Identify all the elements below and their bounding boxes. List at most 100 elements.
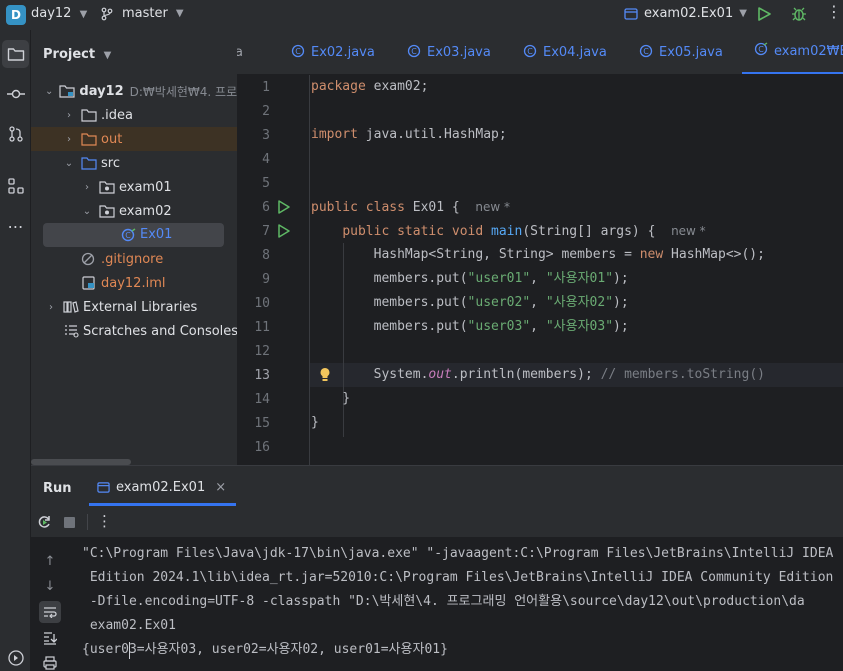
code-text: , bbox=[530, 319, 546, 334]
scroll-to-end-icon[interactable] bbox=[39, 627, 61, 649]
project-tool-button[interactable] bbox=[2, 40, 29, 68]
line-number: 15 bbox=[254, 416, 270, 431]
arrow-up-icon[interactable]: ↑ bbox=[39, 550, 61, 572]
structure-tool-button[interactable] bbox=[0, 172, 31, 200]
code-text: HashMap<>(); bbox=[663, 247, 765, 262]
code-line-7[interactable]: public static void main(String[] args) {… bbox=[311, 219, 706, 243]
line-number: 9 bbox=[262, 272, 270, 287]
code-line-13[interactable]: System.out.println(members); // members.… bbox=[311, 363, 765, 387]
chevron-right-icon[interactable]: › bbox=[81, 182, 93, 193]
console-line[interactable]: exam02.Ex01 bbox=[82, 614, 176, 638]
author-hint[interactable]: new * bbox=[475, 200, 510, 214]
debug-button[interactable] bbox=[790, 5, 808, 27]
tree-item-label: .idea bbox=[101, 107, 133, 123]
code-line-8[interactable]: HashMap<String, String> members = new Ha… bbox=[311, 243, 765, 267]
services-icon bbox=[7, 650, 24, 666]
services-tool-button[interactable] bbox=[0, 644, 31, 671]
tab-ex01-active[interactable]: C exam02₩Ex bbox=[742, 30, 843, 74]
console-line[interactable]: "C:\Program Files\Java\jdk-17\bin\java.e… bbox=[82, 542, 833, 566]
chevron-right-icon[interactable]: › bbox=[63, 134, 75, 145]
soft-wrap-icon[interactable] bbox=[39, 601, 61, 623]
rerun-button[interactable] bbox=[36, 514, 52, 534]
chevron-down-icon[interactable]: ⌄ bbox=[81, 206, 93, 217]
close-icon[interactable]: × bbox=[215, 480, 226, 495]
code-text: exam02; bbox=[365, 79, 429, 94]
project-switcher[interactable]: day12 ▼ bbox=[31, 6, 87, 21]
chevron-down-icon: ▼ bbox=[175, 8, 184, 19]
string-literal: "사용자02" bbox=[545, 295, 614, 310]
chevron-down-icon[interactable]: ⌄ bbox=[45, 86, 53, 97]
java-class-icon: C bbox=[407, 44, 421, 62]
console-output-line[interactable]: {user03=사용자03, user02=사용자02, user01=사용자0… bbox=[82, 638, 448, 662]
tab-partial[interactable]: a bbox=[237, 30, 243, 74]
tree-item-ex01[interactable]: C Ex01 bbox=[31, 223, 237, 247]
tree-item-day12[interactable]: ⌄ day12 D:₩박세현₩4. 프로그래밍 언어활용 bbox=[31, 79, 237, 103]
run-button[interactable] bbox=[756, 6, 772, 26]
code-line-1[interactable]: package exam02; bbox=[311, 75, 428, 99]
more-icon[interactable]: ⋮ bbox=[97, 512, 112, 530]
code-text: members.put( bbox=[311, 271, 468, 286]
chevron-down-icon: ▼ bbox=[103, 50, 112, 61]
tab-ex02[interactable]: C Ex02.java bbox=[291, 30, 375, 74]
commit-tool-button[interactable] bbox=[0, 80, 31, 108]
chevron-right-icon[interactable]: › bbox=[45, 302, 57, 313]
branch-switcher[interactable]: master ▼ bbox=[100, 6, 184, 21]
chevron-down-icon: ▼ bbox=[739, 8, 747, 19]
console-line[interactable]: -Dfile.encoding=UTF-8 -classpath "D:\박세현… bbox=[82, 590, 805, 614]
tree-item-external-libraries[interactable]: › External Libraries bbox=[31, 295, 237, 319]
tree-item-label: Scratches and Consoles bbox=[83, 323, 237, 339]
line-number: 4 bbox=[262, 152, 270, 167]
tree-item-label: External Libraries bbox=[83, 299, 198, 315]
scratches-icon bbox=[63, 324, 79, 338]
tab-ex03[interactable]: C Ex03.java bbox=[407, 30, 491, 74]
tree-item-out[interactable]: › out bbox=[31, 127, 237, 151]
pull-request-icon bbox=[8, 126, 23, 142]
author-hint[interactable]: new * bbox=[671, 224, 706, 238]
tree-item-iml[interactable]: day12.iml bbox=[31, 271, 237, 295]
tab-label: Ex02.java bbox=[311, 45, 375, 60]
run-main-gutter-icon[interactable] bbox=[277, 224, 291, 242]
code-line-14[interactable]: } bbox=[311, 387, 350, 411]
module-folder-icon bbox=[59, 84, 75, 98]
ignore-file-icon bbox=[81, 252, 97, 266]
run-tab[interactable]: exam02.Ex01 × bbox=[89, 472, 237, 506]
editor-tab-bar: a C Ex02.java C Ex03.java C Ex04.java C … bbox=[237, 30, 843, 75]
tab-ex04[interactable]: C Ex04.java bbox=[523, 30, 607, 74]
chevron-right-icon[interactable]: › bbox=[63, 110, 75, 121]
string-literal: "user03" bbox=[467, 319, 531, 334]
pull-requests-tool-button[interactable] bbox=[0, 120, 31, 148]
code-text: (String[] args) { bbox=[522, 224, 672, 239]
tree-item-scratches[interactable]: Scratches and Consoles bbox=[31, 319, 237, 343]
chevron-down-icon: ▼ bbox=[79, 9, 88, 20]
java-class-icon: C bbox=[291, 44, 305, 62]
project-panel-header[interactable]: Project ▼ bbox=[43, 47, 111, 62]
run-class-gutter-icon[interactable] bbox=[277, 200, 291, 218]
code-editor: a C Ex02.java C Ex03.java C Ex04.java C … bbox=[237, 30, 843, 465]
tree-item-label: exam02 bbox=[119, 203, 172, 219]
project-badge[interactable]: D bbox=[6, 5, 26, 25]
console-line[interactable]: Edition 2024.1\lib\idea_rt.jar=52010:C:\… bbox=[82, 566, 834, 590]
print-icon[interactable] bbox=[39, 652, 61, 671]
more-tools-icon[interactable]: ⋯ bbox=[0, 212, 31, 240]
tree-item-exam01[interactable]: › exam01 bbox=[31, 175, 237, 199]
text-cursor bbox=[129, 642, 130, 659]
code-line-9[interactable]: members.put("user01", "사용자01"); bbox=[311, 267, 629, 291]
arrow-down-icon[interactable]: ↓ bbox=[39, 575, 61, 597]
code-line-10[interactable]: members.put("user02", "사용자02"); bbox=[311, 291, 629, 315]
code-line-3[interactable]: import java.util.HashMap; bbox=[311, 123, 507, 147]
code-text: java.util.HashMap; bbox=[357, 127, 507, 142]
tree-item-src[interactable]: ⌄ src bbox=[31, 151, 237, 175]
chevron-down-icon[interactable]: ⌄ bbox=[63, 158, 75, 169]
more-icon[interactable]: ⋮ bbox=[826, 2, 842, 21]
run-tab-label: exam02.Ex01 bbox=[116, 480, 206, 495]
code-line-15[interactable]: } bbox=[311, 411, 319, 435]
run-configuration-selector[interactable]: exam02.Ex01 ▼ bbox=[624, 6, 747, 21]
code-line-6[interactable]: public class Ex01 { new * bbox=[311, 195, 510, 219]
line-number: 14 bbox=[254, 392, 270, 407]
code-line-11[interactable]: members.put("user03", "사용자03"); bbox=[311, 315, 629, 339]
stop-button[interactable] bbox=[64, 517, 75, 528]
tab-ex05[interactable]: C Ex05.java bbox=[639, 30, 723, 74]
tree-item-idea[interactable]: › .idea bbox=[31, 103, 237, 127]
tree-item-gitignore[interactable]: .gitignore bbox=[31, 247, 237, 271]
tree-item-exam02[interactable]: ⌄ exam02 bbox=[31, 199, 237, 223]
